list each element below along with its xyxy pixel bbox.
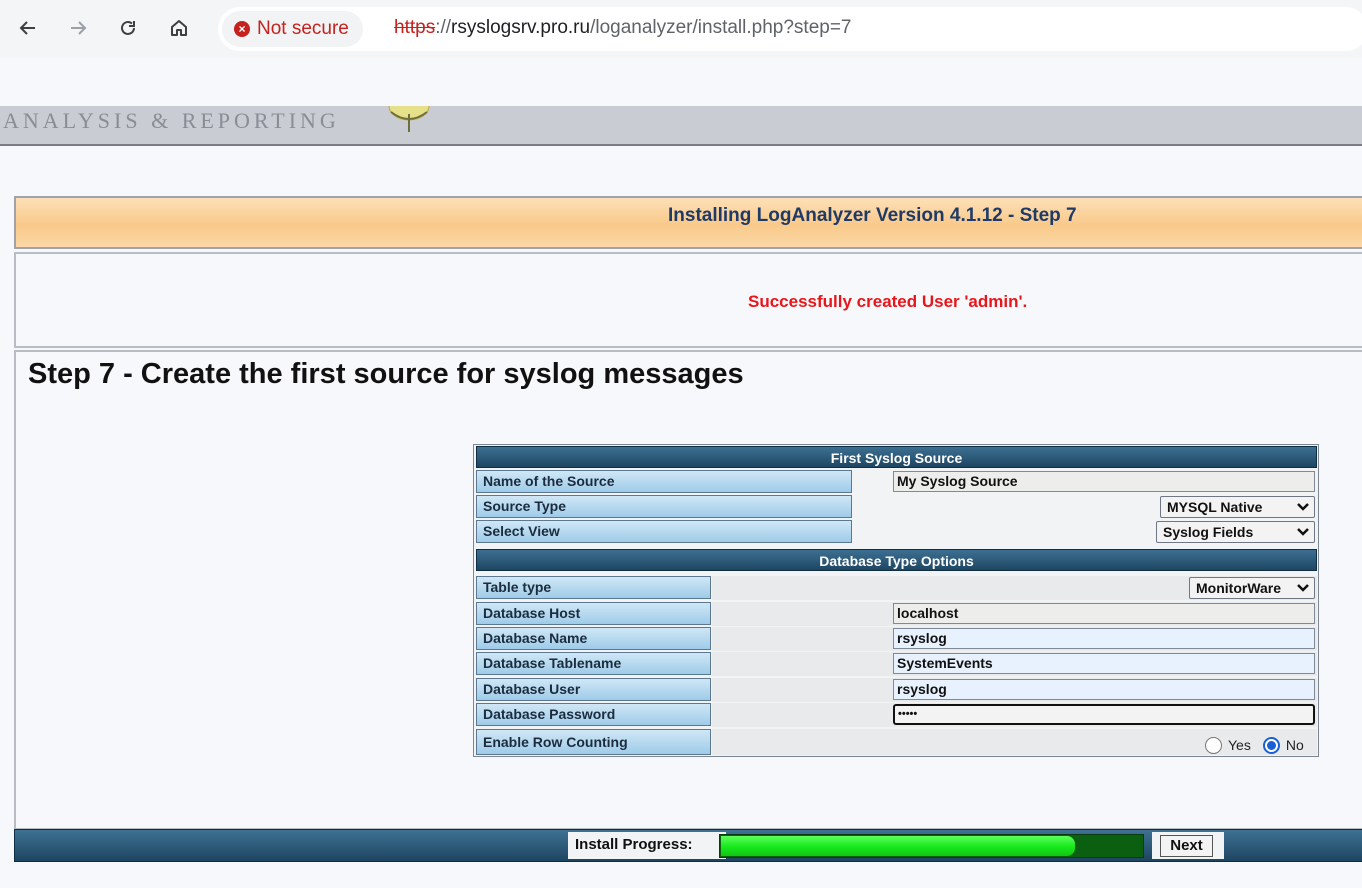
table-type-value: MonitorWare (1196, 580, 1282, 596)
label-source-type: Source Type (476, 495, 852, 518)
banner-text: ANALYSIS & REPORTING (3, 108, 340, 133)
install-progress-fill (721, 836, 1075, 856)
db-name-input[interactable]: rsyslog (893, 628, 1315, 649)
step-heading: Step 7 - Create the first source for sys… (28, 358, 744, 390)
next-button[interactable]: Next (1160, 835, 1213, 857)
row-counting-radio-group: Yes No (1205, 735, 1304, 755)
db-tablename-input[interactable]: SystemEvents (893, 653, 1315, 674)
reload-button[interactable] (112, 12, 144, 44)
chevron-down-icon (1297, 584, 1309, 592)
source-type-select[interactable]: MYSQL Native (1160, 496, 1315, 518)
message-box: Successfully created User 'admin'. (14, 252, 1362, 348)
security-chip[interactable]: × Not secure (222, 11, 363, 47)
url-separator: :// (435, 17, 452, 38)
db-user-input[interactable]: rsyslog (893, 679, 1315, 700)
section-first-syslog-source: First Syslog Source (476, 446, 1317, 468)
install-title-bar: Installing LogAnalyzer Version 4.1.12 - … (14, 196, 1362, 249)
install-progress-bar (719, 834, 1144, 858)
url-path: /loganalyzer/install.php?step=7 (590, 17, 852, 38)
label-select-view: Select View (476, 520, 852, 543)
loganalyzer-logo-icon (388, 106, 430, 132)
source-name-input[interactable]: My Syslog Source (893, 471, 1315, 492)
label-db-host: Database Host (476, 602, 711, 625)
not-secure-icon: × (234, 21, 250, 37)
table-type-select[interactable]: MonitorWare (1189, 577, 1315, 599)
label-db-tablename: Database Tablename (476, 652, 711, 675)
db-host-input[interactable]: localhost (893, 603, 1315, 624)
source-type-value: MYSQL Native (1167, 499, 1263, 515)
label-table-type: Table type (476, 576, 711, 599)
row-counting-no-label: No (1285, 737, 1304, 753)
forward-button[interactable] (62, 12, 94, 44)
db-password-input[interactable]: ••••• (893, 704, 1315, 725)
url-host: rsyslogsrv.pro.ru (451, 17, 591, 38)
label-source-name: Name of the Source (476, 470, 852, 493)
label-db-name: Database Name (476, 627, 711, 650)
home-icon (171, 20, 187, 36)
security-label: Not secure (257, 18, 349, 39)
row-counting-no-radio[interactable] (1262, 736, 1280, 754)
chevron-down-icon (1297, 503, 1309, 511)
success-message: Successfully created User 'admin'. (748, 292, 1028, 311)
section-database-type-options: Database Type Options (476, 549, 1317, 571)
page-title: Installing LogAnalyzer Version 4.1.12 - … (668, 205, 1077, 226)
label-db-user: Database User (476, 678, 711, 701)
row-counting-yes-radio[interactable] (1205, 736, 1222, 754)
url-text[interactable]: https://rsyslogsrv.pro.ru/loganalyzer/in… (394, 17, 852, 39)
back-button[interactable] (12, 12, 44, 44)
install-progress-label: Install Progress: (575, 836, 693, 853)
back-arrow-icon (19, 21, 35, 35)
page-banner: ANALYSIS & REPORTING (0, 106, 1362, 146)
chevron-down-icon (1297, 528, 1309, 536)
home-button[interactable] (163, 12, 195, 44)
forward-arrow-icon (71, 21, 87, 35)
select-view-select[interactable]: Syslog Fields (1156, 521, 1315, 543)
row-counting-yes-label: Yes (1228, 737, 1251, 753)
url-scheme: https (394, 17, 436, 38)
select-view-value: Syslog Fields (1163, 524, 1254, 540)
label-row-counting: Enable Row Counting (476, 729, 711, 755)
reload-icon (121, 20, 135, 35)
label-db-password: Database Password (476, 703, 711, 726)
